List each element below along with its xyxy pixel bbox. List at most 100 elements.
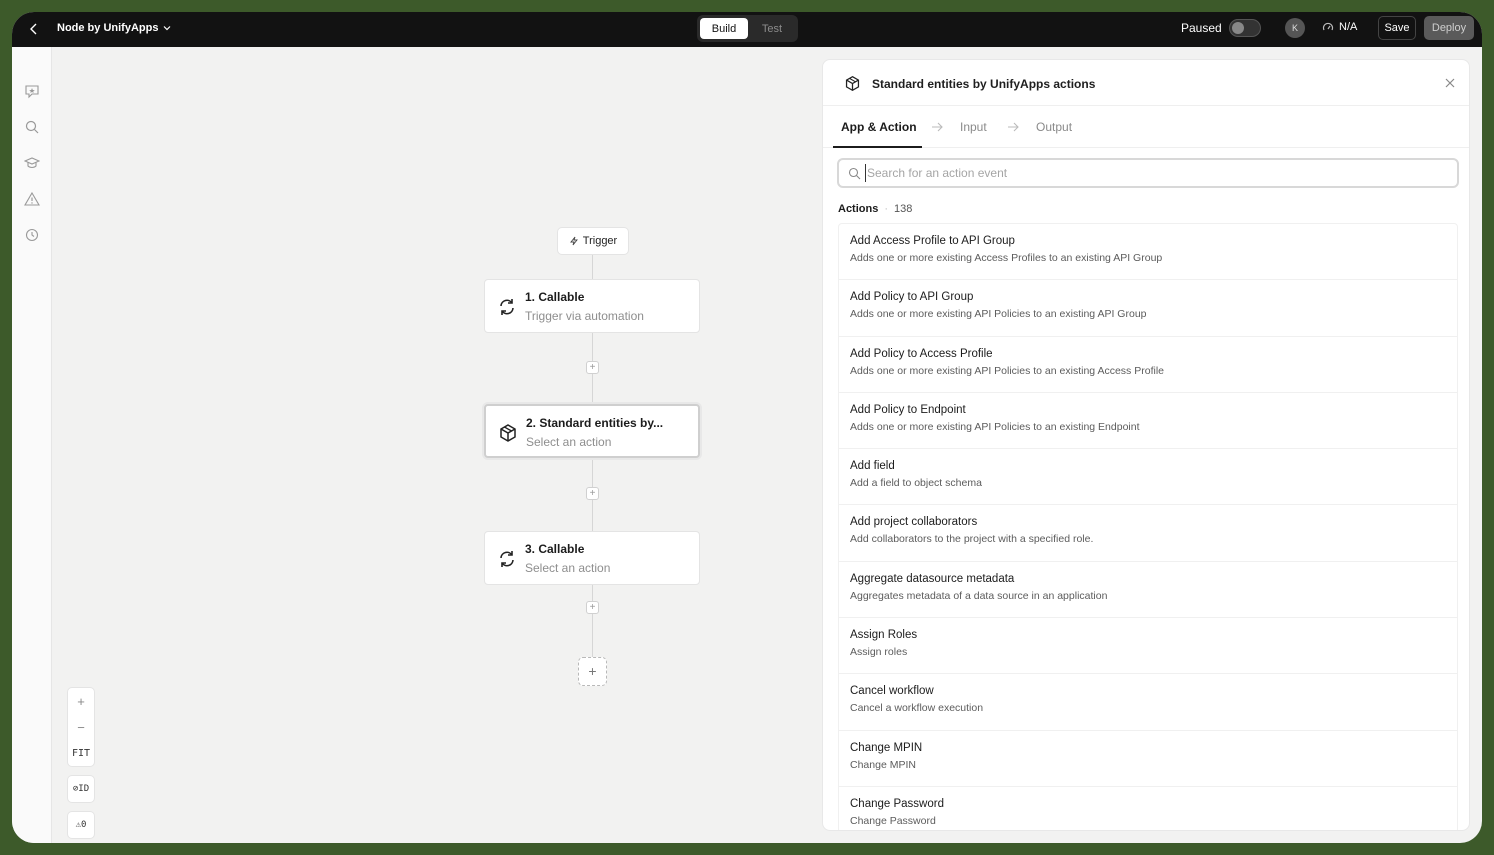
back-arrow-icon[interactable] — [26, 21, 42, 37]
mode-switch: Build Test — [697, 15, 798, 42]
item-description: Adds one or more existing API Policies t… — [850, 308, 1147, 321]
node-subtitle: Select an action — [526, 435, 612, 449]
warnings-button[interactable]: ⚠0 — [67, 811, 95, 839]
list-item[interactable]: Change MPIN Change MPIN — [839, 731, 1457, 787]
add-step-button[interactable]: + — [586, 361, 599, 374]
app-window: Node by UnifyApps Build Test Paused K N/… — [12, 12, 1482, 843]
actions-count: 138 — [894, 203, 913, 215]
arrow-right-icon — [932, 122, 943, 132]
top-bar: Node by UnifyApps Build Test Paused K N/… — [12, 12, 1482, 47]
item-title: Change Password — [850, 797, 944, 810]
chevron-down-icon — [164, 26, 171, 31]
item-description: Add a field to object schema — [850, 477, 982, 490]
ai-chat-icon[interactable] — [24, 83, 40, 99]
add-step-button[interactable]: + — [586, 601, 599, 614]
left-rail — [12, 47, 52, 843]
workflow-node[interactable]: 1. Callable Trigger via automation — [484, 279, 700, 333]
list-item[interactable]: Add Policy to API Group Adds one or more … — [839, 280, 1457, 337]
node-title: 1. Callable — [525, 290, 585, 304]
actions-header: Actions · 138 — [838, 203, 912, 215]
test-tab[interactable]: Test — [748, 18, 796, 39]
list-item[interactable]: Aggregate datasource metadata Aggregates … — [839, 562, 1457, 619]
zoom-in-button[interactable]: + — [68, 688, 94, 714]
panel-title: Standard entities by UnifyApps actions — [872, 77, 1096, 91]
list-item[interactable]: Add project collaborators Add collaborato… — [839, 505, 1457, 562]
workflow-node[interactable]: 3. Callable Select an action — [484, 531, 700, 585]
node-subtitle: Trigger via automation — [525, 309, 644, 323]
id-toggle-button[interactable]: ⊘ID — [67, 775, 95, 803]
workflow-canvas[interactable]: Trigger 1. Callable Trigger via automati… — [52, 47, 822, 843]
zoom-controls: + − FIT — [67, 687, 95, 767]
close-icon[interactable] — [1443, 76, 1457, 90]
lightning-icon — [569, 236, 578, 246]
metric-indicator[interactable]: N/A — [1322, 21, 1357, 33]
item-title: Add project collaborators — [850, 516, 978, 529]
item-title: Add field — [850, 460, 895, 473]
item-description: Adds one or more existing API Policies t… — [850, 420, 1140, 433]
item-title: Cancel workflow — [850, 685, 934, 698]
item-title: Change MPIN — [850, 741, 923, 754]
node-title: 2. Standard entities by... — [526, 416, 664, 430]
item-title: Add Access Profile to API Group — [850, 235, 1015, 247]
tab-output[interactable]: Output — [1036, 120, 1072, 134]
zoom-out-button[interactable]: − — [68, 714, 94, 740]
item-description: Adds one or more existing API Policies t… — [850, 364, 1164, 377]
app-name-label: Node by UnifyApps — [57, 22, 159, 34]
item-description: Assign roles — [850, 646, 908, 659]
fit-button[interactable]: FIT — [68, 740, 94, 766]
search-box — [837, 158, 1459, 188]
deploy-button[interactable]: Deploy — [1424, 16, 1474, 40]
gauge-icon — [1322, 22, 1334, 31]
metric-value: N/A — [1339, 21, 1358, 33]
node-title: 3. Callable — [525, 542, 585, 556]
tab-app-action[interactable]: App & Action — [841, 120, 917, 134]
list-item[interactable]: Add Policy to Access Profile Adds one or … — [839, 337, 1457, 393]
warning-icon[interactable] — [24, 191, 40, 207]
sync-icon — [500, 551, 514, 567]
list-item[interactable]: Add field Add a field to object schema — [839, 449, 1457, 506]
active-tab-indicator — [833, 146, 922, 148]
avatar[interactable]: K — [1285, 18, 1305, 38]
trigger-chip[interactable]: Trigger — [557, 227, 629, 255]
actions-list[interactable]: Add Access Profile to API Group Adds one … — [838, 223, 1458, 830]
add-node-button[interactable]: + — [578, 657, 607, 686]
list-item[interactable]: Change Password Change Password — [839, 787, 1457, 830]
separator-dot: · — [884, 203, 889, 215]
status-label: Paused — [1181, 21, 1222, 35]
actions-panel: Standard entities by UnifyApps actions A… — [822, 59, 1470, 831]
build-tab[interactable]: Build — [700, 18, 748, 39]
item-description: Change MPIN — [850, 758, 916, 771]
item-title: Aggregate datasource metadata — [850, 572, 1015, 585]
search-icon[interactable] — [24, 119, 40, 135]
item-description: Cancel a workflow execution — [850, 702, 984, 715]
app-switcher[interactable]: Node by UnifyApps — [57, 22, 172, 34]
arrow-right-icon — [1008, 122, 1019, 132]
save-button[interactable]: Save — [1378, 16, 1416, 40]
toggle-knob — [1232, 22, 1244, 34]
list-item[interactable]: Add Access Profile to API Group Adds one … — [839, 224, 1457, 281]
workflow-node-selected[interactable]: 2. Standard entities by... Select an act… — [484, 404, 700, 458]
actions-label: Actions — [838, 203, 879, 215]
item-description: Add collaborators to the project with a … — [850, 533, 1094, 546]
panel-header: Standard entities by UnifyApps actions — [823, 60, 1469, 106]
tab-input[interactable]: Input — [960, 120, 987, 134]
add-step-button[interactable]: + — [586, 487, 599, 500]
sync-icon — [500, 299, 514, 315]
list-item[interactable]: Cancel workflow Cancel a workflow executi… — [839, 674, 1457, 731]
list-item[interactable]: Assign Roles Assign roles — [839, 618, 1457, 675]
history-icon[interactable] — [24, 227, 40, 243]
package-icon — [500, 424, 516, 442]
item-title: Add Policy to Access Profile — [850, 347, 993, 360]
graduation-cap-icon[interactable] — [24, 155, 40, 171]
node-subtitle: Select an action — [525, 561, 611, 575]
trigger-label: Trigger — [582, 235, 618, 247]
list-item[interactable]: Add Policy to Endpoint Adds one or more e… — [839, 393, 1457, 450]
item-description: Adds one or more existing Access Profile… — [850, 252, 1163, 264]
item-title: Add Policy to Endpoint — [850, 403, 966, 416]
search-input[interactable] — [865, 164, 1445, 182]
pause-toggle[interactable] — [1229, 19, 1261, 37]
item-description: Change Password — [850, 814, 936, 827]
search-icon — [848, 167, 861, 180]
panel-tabs: App & Action Input Output — [823, 106, 1469, 148]
item-title: Assign Roles — [850, 629, 918, 642]
